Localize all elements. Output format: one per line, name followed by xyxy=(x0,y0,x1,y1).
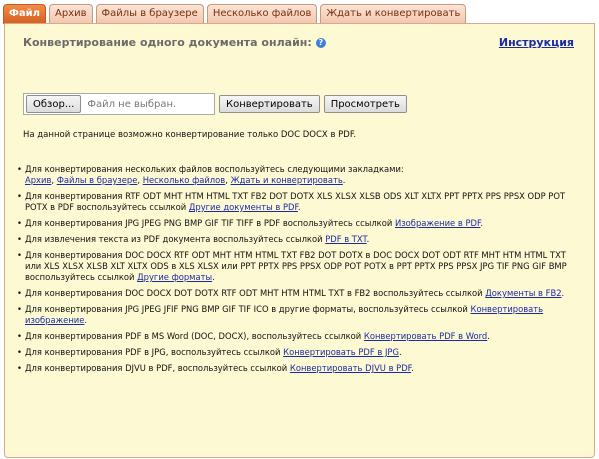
list-item: Для конвертирования PDF в MS Word (DOC, … xyxy=(17,331,583,342)
tab-files-in-browser[interactable]: Файлы в браузере xyxy=(95,4,204,24)
file-upload-row: Обзор... Файл не выбран. Конвертировать … xyxy=(23,93,407,115)
list-item: Для извлечения текста из PDF документа в… xyxy=(17,234,583,245)
item-text: Для конвертирования JPG JPEG JFIF PNG BM… xyxy=(25,304,471,314)
list-item: Для конвертирования JPG JPEG JFIF PNG BM… xyxy=(17,304,583,326)
list-item: Для конвертирования DOC DOCX RTF ODT MHT… xyxy=(17,250,583,283)
item-end: . xyxy=(366,234,370,244)
item-end: . xyxy=(480,218,484,228)
link-multiple-files[interactable]: Несколько файлов xyxy=(143,175,226,185)
list-item: Для конвертирования RTF ODT MHT HTM HTML… xyxy=(17,191,583,213)
link-pdf-to-word[interactable]: Конвертировать PDF в Word xyxy=(364,331,487,341)
link-wait-and-convert[interactable]: Ждать и конвертировать xyxy=(231,175,343,185)
list-item: Для конвертирования DOC DOCX DOT DOTX RT… xyxy=(17,288,583,299)
item-text: Для конвертирования DOC DOCX DOT DOTX RT… xyxy=(25,288,486,298)
page-title-text: Конвертирование одного документа онлайн: xyxy=(23,36,312,49)
info-list: Для конвертирования нескольких файлов во… xyxy=(17,164,583,379)
file-status: Файл не выбран. xyxy=(87,98,177,110)
item-end: . xyxy=(487,331,490,341)
tab-bar: Файл Архив Файлы в браузере Несколько фа… xyxy=(3,4,467,24)
item-end: . xyxy=(561,288,565,298)
link-files-in-browser[interactable]: Файлы в браузере xyxy=(57,175,138,185)
help-icon[interactable]: ? xyxy=(315,38,326,48)
item-end: . xyxy=(411,363,414,373)
file-input[interactable]: Обзор... Файл не выбран. xyxy=(23,93,215,115)
item-end: . xyxy=(84,315,88,325)
tab-multiple-files[interactable]: Несколько файлов xyxy=(206,4,318,24)
item-end: . xyxy=(342,175,346,185)
list-item: Для конвертирования нескольких файлов во… xyxy=(17,164,583,186)
item-text: Для конвертирования PDF в MS Word (DOC, … xyxy=(25,331,364,341)
page-title: Конвертирование одного документа онлайн:… xyxy=(23,36,326,49)
item-text: Для конвертирования JPG JPEG PNG BMP GIF… xyxy=(25,218,395,228)
convert-button[interactable]: Конвертировать xyxy=(219,95,320,113)
link-pdf-to-txt[interactable]: PDF в TXT xyxy=(325,234,366,244)
view-button[interactable]: Просмотреть xyxy=(323,95,407,113)
item-end: . xyxy=(212,272,215,282)
list-item: Для конвертирования DJVU в PDF, воспольз… xyxy=(17,363,583,374)
link-pdf-to-jpg[interactable]: Конвертировать PDF в JPG xyxy=(283,347,399,357)
link-djvu-to-pdf[interactable]: Конвертировать DJVU в PDF xyxy=(290,363,411,373)
link-other-docs-to-pdf[interactable]: Другие документы в PDF xyxy=(189,202,298,212)
link-docs-to-fb2[interactable]: Документы в FB2 xyxy=(485,288,561,298)
converter-panel: Конвертирование одного документа онлайн:… xyxy=(4,23,595,458)
format-note: На данной странице возможно конвертирова… xyxy=(23,130,357,140)
list-item: Для конвертирования PDF в JPG, воспользу… xyxy=(17,347,583,358)
tab-file[interactable]: Файл xyxy=(3,4,46,24)
item-text: Для конвертирования DOC DOCX RTF ODT MHT… xyxy=(25,250,567,282)
item-end: . xyxy=(398,347,402,357)
item-text: Для конвертирования DJVU в PDF, воспольз… xyxy=(25,363,290,373)
item-text: Для извлечения текста из PDF документа в… xyxy=(25,234,326,244)
link-other-formats[interactable]: Другие форматы xyxy=(137,272,212,282)
item-end: . xyxy=(297,202,301,212)
tab-archive[interactable]: Архив xyxy=(49,4,93,24)
item-text: Для конвертирования нескольких файлов во… xyxy=(25,164,404,174)
instruction-link[interactable]: Инструкция xyxy=(499,36,574,49)
link-archive[interactable]: Архив xyxy=(25,175,51,185)
browse-button[interactable]: Обзор... xyxy=(26,95,82,113)
tab-wait-and-convert[interactable]: Ждать и конвертировать xyxy=(320,4,467,24)
item-text: Для конвертирования PDF в JPG, воспользу… xyxy=(25,347,284,357)
list-item: Для конвертирования JPG JPEG PNG BMP GIF… xyxy=(17,218,583,229)
link-image-to-pdf[interactable]: Изображение в PDF xyxy=(395,218,480,228)
